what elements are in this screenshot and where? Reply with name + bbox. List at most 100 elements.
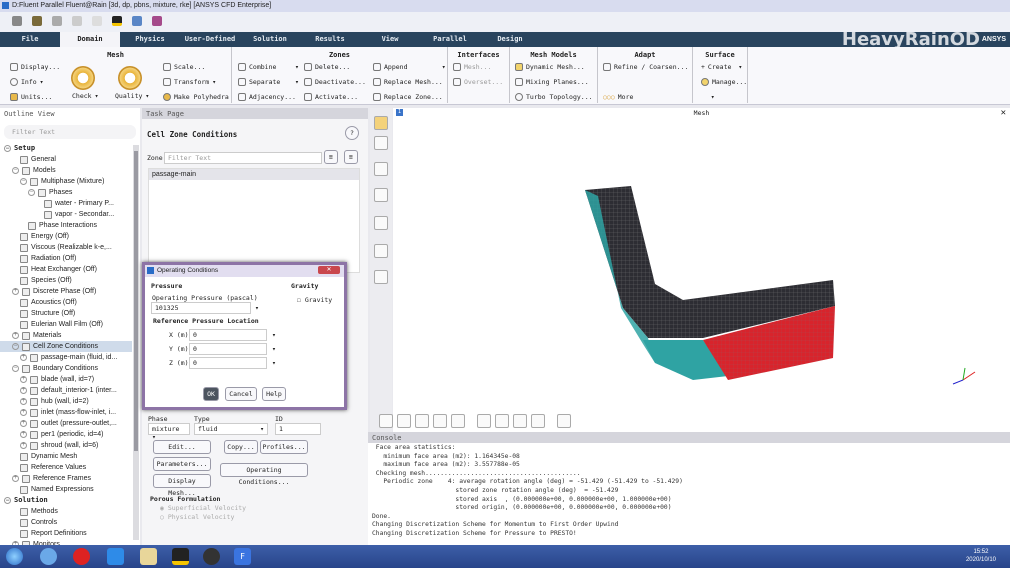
annotate-icon[interactable]	[374, 244, 388, 258]
tree-item[interactable]: + blade (wall, id=7)	[0, 374, 132, 385]
tree-item[interactable]: + hub (wall, id=2)	[0, 396, 132, 407]
tree-item[interactable]: Structure (Off)	[0, 308, 132, 319]
netease-music-icon[interactable]	[73, 548, 90, 565]
phase-select[interactable]: mixture ▾	[148, 423, 190, 441]
tab-design[interactable]: Design	[480, 32, 540, 47]
tab-domain[interactable]: Domain	[60, 32, 120, 47]
manage-surface-button[interactable]: Manage...	[701, 78, 747, 86]
write-icon[interactable]	[32, 16, 42, 26]
scroll-thumb[interactable]	[134, 151, 138, 451]
tree-item[interactable]: General	[0, 154, 132, 165]
collapse-icon[interactable]: −	[20, 178, 27, 185]
tree-item[interactable]: − Phases	[0, 187, 132, 198]
expand-icon[interactable]: +	[12, 475, 19, 482]
superficial-velocity-radio[interactable]: ◉ Superficial Velocity	[160, 504, 246, 512]
tree-item[interactable]: − Multiphase (Mixture)	[0, 176, 132, 187]
mixing-planes-button[interactable]: Mixing Planes...	[515, 78, 589, 86]
cancel-button[interactable]: Cancel	[225, 387, 257, 401]
z-dropdown-icon[interactable]: ▾	[272, 359, 276, 367]
tree-item[interactable]: + Reference Frames	[0, 473, 132, 484]
tab-file[interactable]: File	[0, 32, 60, 47]
read-icon[interactable]	[12, 16, 22, 26]
replace-zone-button[interactable]: Replace Zone...	[373, 93, 443, 101]
notes-icon[interactable]	[107, 548, 124, 565]
graphics-window[interactable]: 1 Mesh ✕	[379, 108, 1010, 432]
pressure-dropdown-icon[interactable]: ▾	[255, 304, 259, 312]
fluent-taskbar-icon[interactable]: F	[234, 548, 251, 565]
edit-button[interactable]: Edit...	[153, 440, 211, 454]
tree-item[interactable]: vapor - Secondar...	[0, 209, 132, 220]
ok-button[interactable]: OK	[203, 387, 219, 401]
replace-mesh-button[interactable]: Replace Mesh...	[373, 78, 443, 86]
tree-item[interactable]: − Cell Zone Conditions	[0, 341, 132, 352]
tree-item[interactable]: Report Definitions	[0, 528, 132, 539]
zoom-box-icon[interactable]	[433, 414, 447, 428]
tab-results[interactable]: Results	[300, 32, 360, 47]
tree-item[interactable]: Acoustics (Off)	[0, 297, 132, 308]
gravity-checkbox[interactable]: ☐ Gravity	[297, 296, 332, 304]
scale-button[interactable]: Scale...	[163, 63, 205, 71]
collapse-icon[interactable]: −	[12, 167, 19, 174]
check-icon[interactable]	[71, 66, 95, 90]
expand-icon[interactable]: +	[20, 387, 27, 394]
zoom-in-icon[interactable]	[477, 414, 491, 428]
tree-item[interactable]: Controls	[0, 517, 132, 528]
tree-item[interactable]: Viscous (Realizable k-e,...	[0, 242, 132, 253]
tree-item[interactable]: + default_interior-1 (inter...	[0, 385, 132, 396]
expand-icon[interactable]: +	[20, 376, 27, 383]
filter-options-icon[interactable]: ≡	[324, 150, 338, 164]
copy-button[interactable]: Copy...	[224, 440, 258, 454]
parameters-button[interactable]: Parameters...	[153, 457, 211, 471]
tree-item[interactable]: Radiation (Off)	[0, 253, 132, 264]
probe-icon[interactable]	[557, 414, 571, 428]
check-button[interactable]: Check ▾	[72, 92, 99, 100]
outline-filter-input[interactable]: Filter Text	[4, 125, 136, 139]
expand-icon[interactable]: +	[20, 420, 27, 427]
profiles-button[interactable]: Profiles...	[260, 440, 308, 454]
tree-item[interactable]: Heat Exchanger (Off)	[0, 264, 132, 275]
ansys-workbench-icon[interactable]	[172, 548, 189, 565]
deactivate-button[interactable]: Deactivate...	[304, 78, 366, 86]
sort-icon[interactable]: ≡	[344, 150, 358, 164]
collapse-icon[interactable]: −	[4, 497, 11, 504]
tree-item[interactable]: + inlet (mass-flow-inlet, i...	[0, 407, 132, 418]
combine-button[interactable]: Combine ▾	[238, 63, 299, 71]
id-field[interactable]: 1	[275, 423, 321, 435]
separate-button[interactable]: Separate ▾	[238, 78, 299, 86]
file-explorer-icon[interactable]	[140, 548, 157, 565]
tree-item[interactable]: − Models	[0, 165, 132, 176]
help-button[interactable]: Help	[262, 387, 286, 401]
operating-pressure-field[interactable]: 101325	[151, 302, 251, 314]
create-surface-button[interactable]: + Create ▾	[701, 63, 742, 71]
browser-icon[interactable]	[40, 548, 57, 565]
tree-item[interactable]: − Boundary Conditions	[0, 363, 132, 374]
tab-view[interactable]: View	[360, 32, 420, 47]
start-button[interactable]	[6, 548, 23, 565]
transform-button[interactable]: Transform ▾	[163, 78, 216, 86]
tree-item[interactable]: − Solution	[0, 495, 132, 506]
expand-icon[interactable]: +	[20, 354, 27, 361]
delete-button[interactable]: Delete...	[304, 63, 350, 71]
expand-icon[interactable]: +	[20, 431, 27, 438]
tree-item[interactable]: + Materials	[0, 330, 132, 341]
ansys-icon[interactable]	[112, 16, 122, 26]
y-dropdown-icon[interactable]: ▾	[272, 345, 276, 353]
outline-scrollbar[interactable]	[133, 145, 139, 540]
activate-button[interactable]: Activate...	[304, 93, 358, 101]
zone-item[interactable]: passage-main	[149, 169, 359, 180]
axes-icon[interactable]	[374, 216, 388, 230]
layout-icon[interactable]	[374, 270, 388, 284]
display-button[interactable]: Display...	[10, 63, 60, 71]
window-icon[interactable]	[152, 16, 162, 26]
dynamic-mesh-button[interactable]: Dynamic Mesh...	[515, 63, 585, 71]
clock[interactable]: 15:52 2020/10/10	[966, 548, 996, 564]
operating-conditions-button[interactable]: Operating Conditions...	[220, 463, 308, 486]
tree-item[interactable]: + shroud (wall, id=6)	[0, 440, 132, 451]
zoom-icon[interactable]	[415, 414, 429, 428]
quality-button[interactable]: Quality ▾	[115, 92, 149, 100]
physical-velocity-radio[interactable]: ○ Physical Velocity	[160, 513, 234, 521]
overset-button[interactable]: Overset...	[453, 78, 503, 86]
filter-icon[interactable]	[374, 136, 388, 150]
axes-view-icon[interactable]	[513, 414, 527, 428]
pan-icon[interactable]	[397, 414, 411, 428]
